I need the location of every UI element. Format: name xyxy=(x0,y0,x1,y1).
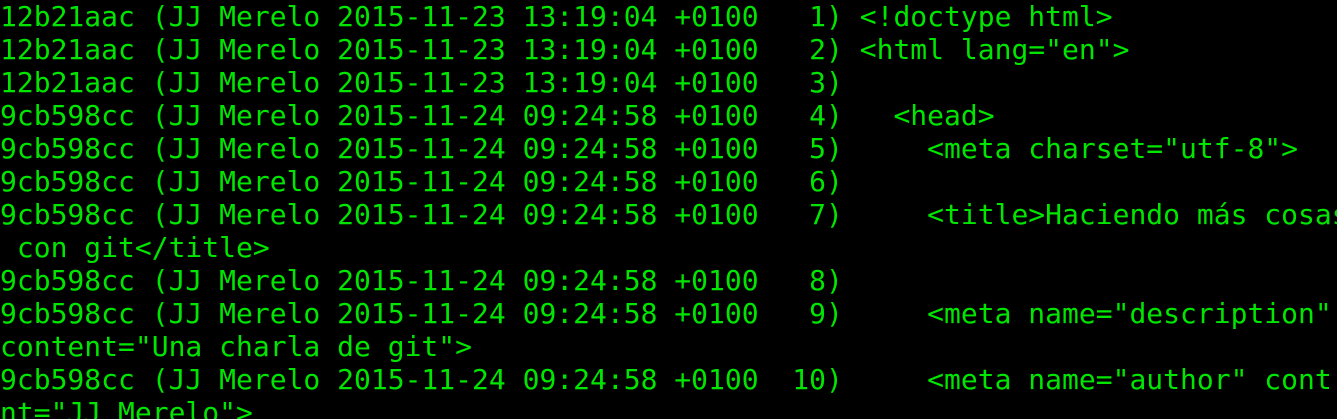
terminal-line-text: con git</title> xyxy=(0,231,270,264)
terminal-line-text: 9cb598cc (JJ Merelo 2015-11-24 09:24:58 … xyxy=(0,264,843,297)
terminal-line: 9cb598cc (JJ Merelo 2015-11-24 09:24:58 … xyxy=(0,165,1337,198)
terminal-line: 9cb598cc (JJ Merelo 2015-11-24 09:24:58 … xyxy=(0,132,1337,165)
terminal-line-wrapped: content="Una charla de git"> xyxy=(0,330,1337,363)
terminal-line-text: nt="JJ Merelo"> xyxy=(0,396,253,419)
terminal-line: 12b21aac (JJ Merelo 2015-11-23 13:19:04 … xyxy=(0,0,1337,33)
terminal-window[interactable]: 12b21aac (JJ Merelo 2015-11-23 13:19:04 … xyxy=(0,0,1337,419)
terminal-line-text: 9cb598cc (JJ Merelo 2015-11-24 09:24:58 … xyxy=(0,165,843,198)
terminal-line-text: 12b21aac (JJ Merelo 2015-11-23 13:19:04 … xyxy=(0,33,1130,66)
terminal-line-text: 9cb598cc (JJ Merelo 2015-11-24 09:24:58 … xyxy=(0,363,1332,396)
terminal-line-text: 12b21aac (JJ Merelo 2015-11-23 13:19:04 … xyxy=(0,0,1113,33)
terminal-line: 9cb598cc (JJ Merelo 2015-11-24 09:24:58 … xyxy=(0,99,1337,132)
terminal-line-wrapped: con git</title> xyxy=(0,231,1337,264)
terminal-line: 9cb598cc (JJ Merelo 2015-11-24 09:24:58 … xyxy=(0,264,1337,297)
terminal-line-text: content="Una charla de git"> xyxy=(0,330,473,363)
terminal-line: 9cb598cc (JJ Merelo 2015-11-24 09:24:58 … xyxy=(0,297,1337,330)
terminal-line: 12b21aac (JJ Merelo 2015-11-23 13:19:04 … xyxy=(0,66,1337,99)
terminal-line-text: 12b21aac (JJ Merelo 2015-11-23 13:19:04 … xyxy=(0,66,843,99)
terminal-line: 12b21aac (JJ Merelo 2015-11-23 13:19:04 … xyxy=(0,33,1337,66)
terminal-line: 9cb598cc (JJ Merelo 2015-11-24 09:24:58 … xyxy=(0,363,1337,396)
terminal-line-text: 9cb598cc (JJ Merelo 2015-11-24 09:24:58 … xyxy=(0,297,1332,330)
terminal-line-text: 9cb598cc (JJ Merelo 2015-11-24 09:24:58 … xyxy=(0,198,1337,231)
terminal-line: 9cb598cc (JJ Merelo 2015-11-24 09:24:58 … xyxy=(0,198,1337,231)
terminal-line-wrapped: nt="JJ Merelo"> xyxy=(0,396,1337,419)
terminal-line-text: 9cb598cc (JJ Merelo 2015-11-24 09:24:58 … xyxy=(0,132,1299,165)
terminal-line-text: 9cb598cc (JJ Merelo 2015-11-24 09:24:58 … xyxy=(0,99,995,132)
